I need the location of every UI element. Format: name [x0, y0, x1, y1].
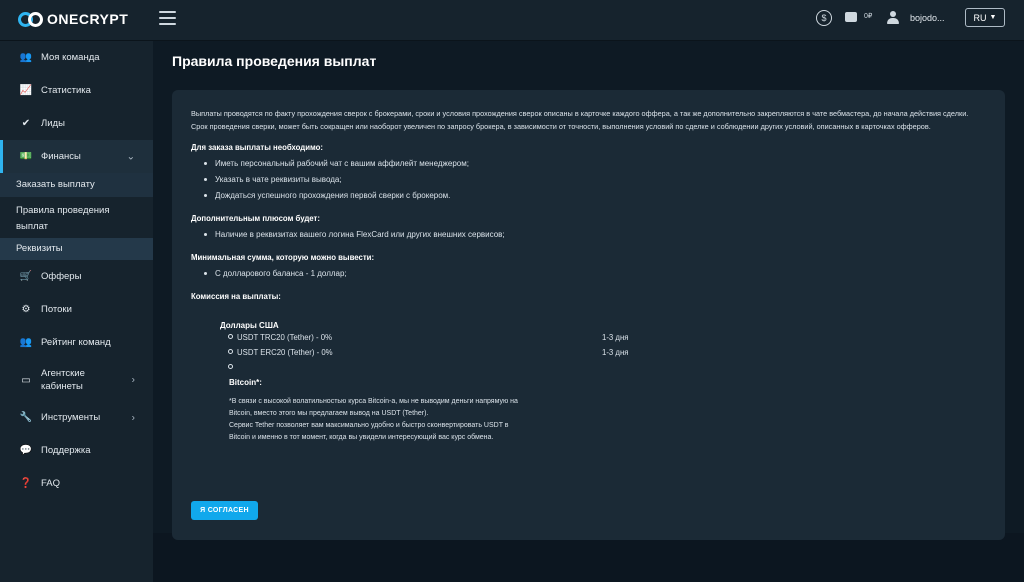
page-title: Правила проведения выплат — [172, 53, 377, 69]
logo[interactable]: ONECRYPT — [18, 11, 128, 27]
sidebar-item-label: Агентские кабинеты — [41, 368, 85, 392]
rules-card: Выплаты проводятся по факту прохождения … — [172, 90, 1005, 540]
currency-exchange-icon[interactable]: $ — [816, 10, 832, 26]
bitcoin-note: *В связи с высокой волатильностью курса … — [229, 396, 986, 444]
bonus-list: Наличие в реквизитах вашего логина FlexC… — [191, 227, 986, 243]
note-line: Bitcoin, вместо этого мы предлагаем выво… — [229, 410, 429, 417]
currency-row — [220, 360, 986, 375]
bitcoin-block: Bitcoin*: *В связи с высокой волатильнос… — [220, 378, 986, 444]
sidebar-item-label: FAQ — [41, 478, 61, 489]
currency-time: 1-3 дня — [602, 333, 629, 342]
team-icon: 👥 — [19, 52, 33, 63]
section-heading: Для заказа выплаты необходимо: — [191, 143, 324, 152]
intro-text: Выплаты проводятся по факту прохождения … — [191, 109, 969, 131]
balance-value: 0₽ — [864, 13, 873, 20]
section-heading: Дополнительным плюсом будет: — [191, 214, 320, 223]
sidebar-subitem-order-payout[interactable]: Заказать выплату — [0, 173, 153, 197]
note-line: Сервис Tether позволяет вам максимально … — [229, 422, 509, 429]
list-item: Наличие в реквизитах вашего логина FlexC… — [191, 227, 986, 243]
requirements-list: Иметь персональный рабочий чат с вашим а… — [191, 156, 986, 204]
sidebar-item-offers[interactable]: 🛒 Офферы — [0, 260, 153, 293]
section-heading: Минимальная сумма, которую можно вывести… — [191, 253, 375, 262]
circle-bullet-icon — [228, 364, 233, 369]
currency-time: 1-3 дня — [602, 348, 629, 357]
sidebar-item-label: Поддержка — [41, 445, 91, 456]
sidebar-item-agency-cabinets[interactable]: ▭ Агентские кабинеты › — [0, 359, 153, 401]
sidebar-item-flows[interactable]: ⚙ Потоки — [0, 293, 153, 326]
sidebar-item-label: Инструменты — [41, 412, 101, 423]
sidebar-item-label: Статистика — [41, 85, 91, 96]
sidebar-item-label: Рейтинг команд — [41, 337, 111, 348]
tools-icon: 🔧 — [19, 412, 33, 423]
currency-name: USDT TRC20 (Tether) - 0% — [237, 333, 333, 342]
minimum-list: С долларового баланса - 1 доллар; — [191, 266, 986, 282]
caret-down-icon: ▼ — [989, 14, 997, 21]
sidebar-item-stats[interactable]: 📈 Статистика — [0, 74, 153, 107]
faq-icon: ❓ — [19, 478, 33, 489]
currency-row: USDT ERC20 (Tether) - 0% 1-3 дня — [220, 345, 986, 360]
support-icon: 💬 — [19, 445, 33, 456]
cabinet-icon: ▭ — [21, 374, 31, 386]
list-item: С долларового баланса - 1 доллар; — [191, 266, 986, 282]
footer-strip — [153, 533, 1024, 582]
commission-heading: Комиссия на выплаты: — [191, 292, 281, 301]
logo-icon — [18, 11, 44, 27]
flows-icon: ⚙ — [21, 304, 31, 315]
currency-name: USDT ERC20 (Tether) - 0% — [237, 348, 333, 357]
username[interactable]: bojodo... — [910, 13, 945, 23]
sidebar-item-rating[interactable]: 👥 Рейтинг команд — [0, 326, 153, 359]
note-line: *В связи с высокой волатильностью курса … — [229, 398, 518, 405]
list-item: Иметь персональный рабочий чат с вашим а… — [191, 156, 986, 172]
menu-toggle-icon[interactable] — [159, 11, 176, 25]
sidebar-item-label: Потоки — [41, 304, 72, 315]
sidebar: 👥 Моя команда 📈 Статистика ✔ Лиды 💵 Фина… — [0, 41, 153, 582]
sidebar-item-faq[interactable]: ❓ FAQ — [0, 467, 153, 500]
language-label: RU — [973, 12, 987, 23]
chevron-right-icon: › — [131, 412, 135, 423]
currency-row: USDT TRC20 (Tether) - 0% 1-3 дня — [220, 330, 986, 345]
logo-text: ONECRYPT — [47, 11, 129, 27]
circle-bullet-icon — [228, 334, 233, 339]
agree-button[interactable]: Я СОГЛАСЕН — [191, 501, 258, 520]
currency-title: Доллары США — [220, 321, 279, 330]
wallet-icon[interactable] — [845, 12, 857, 22]
bitcoin-title: Bitcoin*: — [229, 378, 262, 387]
language-select[interactable]: RU ▼ — [965, 8, 1005, 27]
sidebar-item-support[interactable]: 💬 Поддержка — [0, 434, 153, 467]
sidebar-subitem-payout-rules[interactable]: Правила проведения выплат — [0, 197, 153, 238]
sidebar-item-leads[interactable]: ✔ Лиды — [0, 107, 153, 140]
note-line: Bitcoin и именно в тот момент, когда вы … — [229, 434, 494, 441]
stats-icon: 📈 — [19, 85, 33, 96]
sidebar-item-finance[interactable]: 💵 Финансы ⌄ — [0, 140, 153, 173]
sidebar-item-label: Моя команда — [41, 52, 100, 63]
top-bar: ONECRYPT $ 0₽ bojodo... RU ▼ — [0, 0, 1024, 41]
chevron-right-icon: › — [131, 374, 135, 386]
sidebar-item-tools[interactable]: 🔧 Инструменты › — [0, 401, 153, 434]
list-item: Указать в чате реквизиты вывода; — [191, 172, 986, 188]
sidebar-item-team[interactable]: 👥 Моя команда — [0, 41, 153, 74]
circle-bullet-icon — [228, 349, 233, 354]
check-icon: ✔ — [21, 118, 31, 129]
sidebar-item-label: Лиды — [41, 118, 65, 129]
cart-icon: 🛒 — [19, 271, 33, 282]
rating-icon: 👥 — [19, 337, 33, 348]
sidebar-subitem-requisites[interactable]: Реквизиты — [0, 238, 153, 260]
currency-block: Доллары США USDT TRC20 (Tether) - 0% 1-3… — [191, 321, 986, 444]
sidebar-item-label: Финансы — [41, 151, 81, 162]
user-icon[interactable] — [887, 11, 899, 24]
money-icon: 💵 — [19, 151, 33, 162]
list-item: Дождаться успешного прохождения первой с… — [191, 188, 986, 204]
chevron-down-icon: ⌄ — [126, 151, 135, 162]
sidebar-item-label: Офферы — [41, 271, 82, 282]
